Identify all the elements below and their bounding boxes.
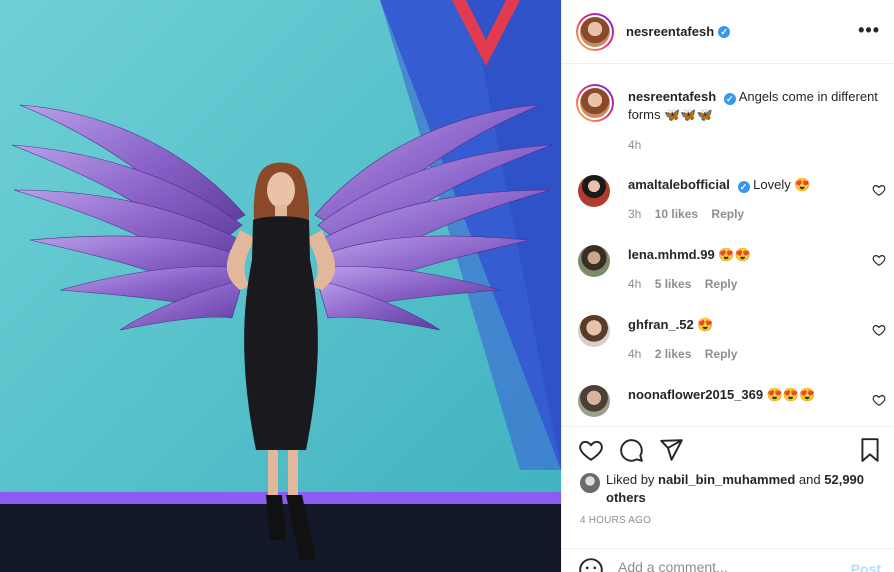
commenter-username[interactable]: noonaflower2015_369	[628, 387, 763, 402]
comment-text: 😍	[697, 317, 714, 332]
comment-likes[interactable]: 2 likes	[655, 347, 692, 361]
reply-button[interactable]: Reply	[705, 277, 738, 291]
share-icon[interactable]	[658, 437, 684, 463]
verified-badge-icon: ✓	[737, 181, 750, 193]
post-age[interactable]: 4 HOURS AGO	[580, 515, 651, 526]
comment-time[interactable]: 4h	[628, 277, 641, 291]
reply-button[interactable]: Reply	[705, 347, 738, 361]
liked-by-and: and	[798, 472, 821, 487]
caption-time[interactable]: 4h	[628, 138, 641, 152]
commenter-avatar[interactable]	[578, 175, 610, 207]
comment-text: 😍😍	[718, 247, 751, 262]
caption-avatar[interactable]	[576, 84, 614, 122]
comment-text: 😍😍😍	[766, 387, 816, 402]
reply-button[interactable]: Reply	[711, 207, 744, 221]
comment-time[interactable]: 4h	[628, 347, 641, 361]
add-comment-input[interactable]	[618, 559, 838, 572]
comment-like-heart-icon[interactable]	[872, 253, 886, 267]
commenter-username[interactable]: amaltalebofficial	[628, 177, 730, 192]
post-image[interactable]	[0, 0, 561, 572]
verified-badge-icon: ✓	[718, 25, 731, 38]
heart-icon[interactable]	[578, 437, 604, 463]
commenter-username[interactable]: lena.mhmd.99	[628, 247, 715, 262]
bookmark-icon[interactable]	[857, 437, 883, 463]
commenter-avatar[interactable]	[578, 245, 610, 277]
verified-badge-icon: ✓	[723, 93, 736, 105]
comment-time[interactable]: 3h	[628, 207, 641, 221]
post-side-panel: nesreentafesh ✓ ••• nesreentafesh ✓ Ange…	[561, 0, 894, 572]
comments-list[interactable]: nesreentafesh ✓ Angels come in different…	[562, 64, 894, 426]
commenter-avatar[interactable]	[578, 315, 610, 347]
commenter-username[interactable]: ghfran_.52	[628, 317, 694, 332]
smiley-icon[interactable]	[578, 557, 604, 572]
comment-text: Lovely 😍	[753, 177, 811, 192]
post-comment-button[interactable]: Post	[851, 561, 881, 572]
liker-username[interactable]: nabil_bin_muhammed	[658, 472, 795, 487]
liker-avatar[interactable]	[580, 473, 600, 493]
commenter-avatar[interactable]	[578, 385, 610, 417]
caption-username[interactable]: nesreentafesh	[628, 89, 716, 104]
liked-by-prefix: Liked by	[606, 472, 655, 487]
more-horizontal-icon[interactable]: •••	[858, 20, 880, 41]
comment-item: amaltalebofficial ✓ Lovely 😍 3h 10 likes…	[576, 175, 886, 235]
comment-item: lena.mhmd.99 😍😍 4h 5 likes Reply	[576, 245, 886, 305]
author-username[interactable]: nesreentafesh	[626, 24, 714, 39]
post-header: nesreentafesh ✓ •••	[562, 0, 894, 64]
comment-item: noonaflower2015_369 😍😍😍	[576, 385, 886, 426]
comment-item: ghfran_.52 😍 4h 2 likes Reply	[576, 315, 886, 375]
comment-like-heart-icon[interactable]	[872, 183, 886, 197]
post-photo-illustration	[0, 0, 561, 572]
comment-icon[interactable]	[618, 437, 644, 463]
comment-likes[interactable]: 5 likes	[655, 277, 692, 291]
add-comment-bar: Post	[562, 548, 894, 572]
comment-like-heart-icon[interactable]	[872, 323, 886, 337]
post-actions: Liked by nabil_bin_muhammed and 52,990 o…	[562, 426, 894, 572]
comment-likes[interactable]: 10 likes	[655, 207, 698, 221]
comment-like-heart-icon[interactable]	[872, 393, 886, 407]
author-avatar[interactable]	[576, 12, 614, 51]
